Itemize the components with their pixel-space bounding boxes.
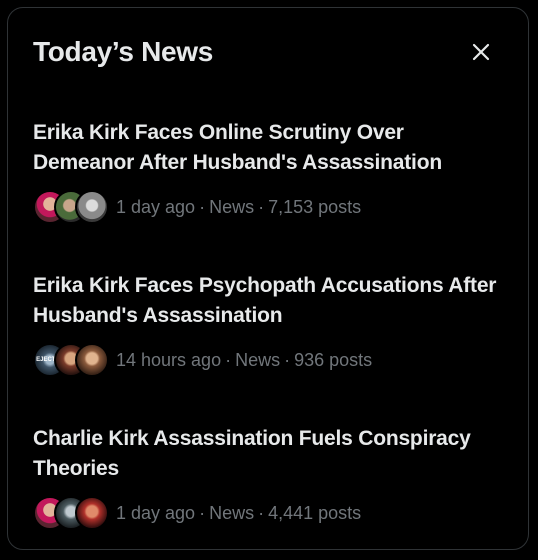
story-meta-row: 1 day ago · News · 7,153 posts (33, 190, 510, 224)
story-category: News (209, 196, 255, 217)
avatar-group: EJECTED (33, 343, 109, 377)
story-post-count: 7,153 posts (268, 196, 362, 217)
avatar-group (33, 190, 109, 224)
panel-title: Today’s News (33, 36, 214, 67)
story-headline: Erika Kirk Faces Online Scrutiny Over De… (33, 121, 442, 174)
separator-dot: · (258, 502, 265, 523)
story-category: News (235, 349, 281, 370)
story-meta: 14 hours ago · News · 936 posts (116, 350, 372, 371)
story-category: News (209, 502, 255, 523)
story-headline: Erika Kirk Faces Psychopath Accusations … (33, 274, 497, 327)
story-headline: Charlie Kirk Assassination Fuels Conspir… (33, 427, 471, 480)
todays-news-panel: Today’s News Erika Kirk Faces Online Scr… (7, 7, 529, 550)
avatar (75, 343, 109, 377)
avatar (75, 190, 109, 224)
story-meta-row: EJECTED 14 hours ago · News · 936 posts (33, 343, 510, 377)
news-story-item[interactable]: Charlie Kirk Assassination Fuels Conspir… (33, 424, 510, 530)
story-post-count: 936 posts (294, 349, 373, 370)
avatar (75, 496, 109, 530)
story-meta: 1 day ago · News · 7,153 posts (116, 197, 361, 218)
story-post-count: 4,441 posts (268, 502, 362, 523)
story-time: 1 day ago (116, 196, 196, 217)
separator-dot: · (199, 502, 206, 523)
separator-dot: · (258, 196, 265, 217)
story-time: 1 day ago (116, 502, 196, 523)
news-story-item[interactable]: Erika Kirk Faces Online Scrutiny Over De… (33, 118, 510, 224)
news-story-item[interactable]: Erika Kirk Faces Psychopath Accusations … (33, 271, 510, 377)
separator-dot: · (199, 196, 206, 217)
avatar-group (33, 496, 109, 530)
separator-dot: · (225, 349, 232, 370)
story-meta: 1 day ago · News · 4,441 posts (116, 503, 361, 524)
story-meta-row: 1 day ago · News · 4,441 posts (33, 496, 510, 530)
separator-dot: · (284, 349, 291, 370)
close-icon[interactable] (469, 40, 493, 64)
panel-header: Today’s News (33, 34, 503, 70)
story-time: 14 hours ago (116, 349, 222, 370)
